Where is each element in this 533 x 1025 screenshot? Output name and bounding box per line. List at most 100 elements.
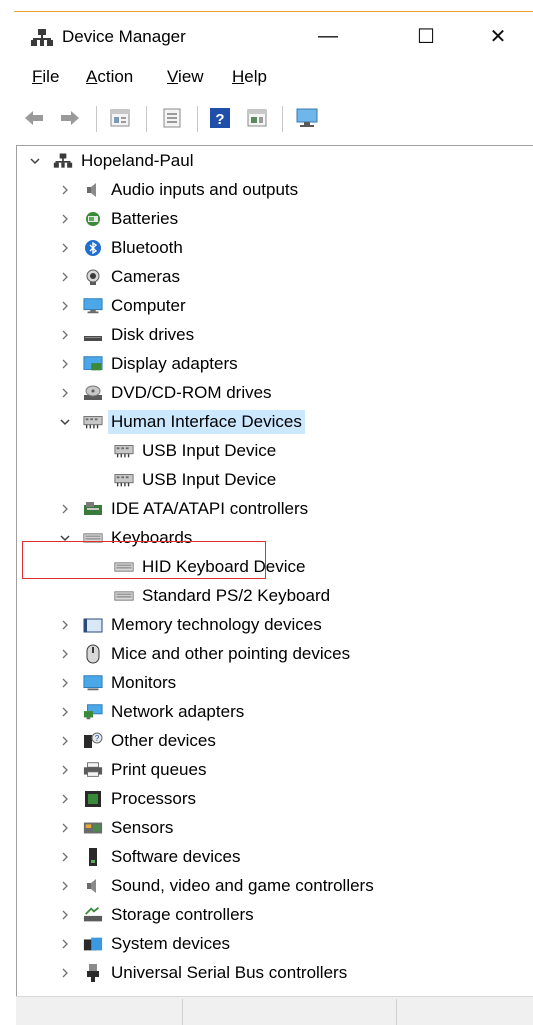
tree-category-item[interactable]: Print queues [59, 755, 209, 784]
tree-item-label: Bluetooth [111, 237, 183, 257]
tree-category-item[interactable]: Universal Serial Bus controllers [59, 958, 350, 987]
chevron-down-icon[interactable] [29, 155, 41, 167]
tree-category-item[interactable]: Memory technology devices [59, 610, 325, 639]
tree-category-item[interactable]: Keyboards [59, 523, 195, 552]
tree-device-item[interactable]: HID Keyboard Device [114, 552, 308, 581]
tree-category-item[interactable]: Bluetooth [59, 233, 186, 262]
chevron-right-icon[interactable] [59, 764, 71, 776]
keyboard-icon [114, 557, 134, 577]
chevron-right-icon[interactable] [59, 822, 71, 834]
chevron-right-icon[interactable] [59, 271, 71, 283]
device-manager-icon [30, 28, 54, 48]
tree-category-item[interactable]: ? Other devices [59, 726, 219, 755]
device-tree[interactable]: Hopeland-Paul Audio inputs and outputs Bat… [16, 145, 533, 996]
sensor-icon [83, 818, 103, 838]
software-device-icon [83, 847, 103, 867]
menu-view[interactable]: View [167, 66, 204, 88]
tree-item-label: Other devices [111, 730, 216, 750]
chevron-right-icon[interactable] [59, 329, 71, 341]
chevron-right-icon[interactable] [59, 851, 71, 863]
tree-root-node[interactable]: Hopeland-Paul [29, 146, 196, 175]
disk-drive-icon [83, 325, 103, 345]
tree-item-label: USB Input Device [142, 469, 277, 489]
chevron-right-icon[interactable] [59, 648, 71, 660]
close-button[interactable]: ✕ [475, 18, 521, 54]
tree-category-item[interactable]: Monitors [59, 668, 179, 697]
tree-item-label: Cameras [111, 266, 180, 286]
chevron-right-icon[interactable] [59, 967, 71, 979]
tree-category-item[interactable]: Sensors [59, 813, 176, 842]
toolbar-separator [146, 106, 147, 132]
menu-help[interactable]: Help [232, 66, 267, 88]
chevron-right-icon[interactable] [59, 793, 71, 805]
chevron-right-icon[interactable] [59, 677, 71, 689]
chevron-right-icon[interactable] [59, 300, 71, 312]
chevron-right-icon[interactable] [59, 706, 71, 718]
tree-item-label: HID Keyboard Device [142, 556, 306, 576]
tree-category-item[interactable]: Disk drives [59, 320, 197, 349]
tree-category-item[interactable]: Software devices [59, 842, 243, 871]
action-pane-icon[interactable] [245, 106, 269, 130]
computer-icon [83, 296, 103, 316]
properties-icon[interactable] [108, 106, 132, 130]
chevron-right-icon[interactable] [59, 387, 71, 399]
tree-item-label: Display adapters [111, 353, 238, 373]
tree-category-item[interactable]: Sound, video and game controllers [59, 871, 377, 900]
tree-category-item[interactable]: DVD/CD-ROM drives [59, 378, 275, 407]
tree-item-label: Sound, video and game controllers [111, 875, 374, 895]
tree-category-item[interactable]: Network adapters [59, 697, 247, 726]
maximize-button[interactable]: ☐ [403, 18, 449, 54]
tree-category-item[interactable]: Mice and other pointing devices [59, 639, 353, 668]
update-driver-icon[interactable] [160, 106, 184, 130]
help-icon[interactable]: ? [208, 106, 232, 130]
chevron-right-icon[interactable] [59, 909, 71, 921]
chevron-right-icon[interactable] [59, 619, 71, 631]
tree-category-item[interactable]: Cameras [59, 262, 183, 291]
chevron-right-icon[interactable] [59, 242, 71, 254]
chevron-right-icon[interactable] [59, 358, 71, 370]
chevron-down-icon[interactable] [59, 416, 71, 428]
tree-item-label: Hopeland-Paul [81, 150, 194, 170]
title-bar[interactable]: Device Manager — ☐ ✕ [0, 12, 533, 60]
hid-icon [114, 441, 134, 461]
tree-category-item[interactable]: Audio inputs and outputs [59, 175, 301, 204]
chevron-right-icon[interactable] [59, 938, 71, 950]
menu-file[interactable]: File [32, 66, 59, 88]
bluetooth-icon [83, 238, 103, 258]
tree-item-label: Processors [111, 788, 197, 808]
processor-icon [83, 789, 103, 809]
chevron-down-icon[interactable] [59, 532, 71, 544]
tree-category-item[interactable]: IDE ATA/ATAPI controllers [59, 494, 311, 523]
tree-item-label: Universal Serial Bus controllers [111, 962, 348, 982]
forward-icon[interactable] [58, 106, 82, 130]
tree-category-item[interactable]: Storage controllers [59, 900, 257, 929]
tree-category-item[interactable]: Processors [59, 784, 199, 813]
tree-device-item[interactable]: USB Input Device [114, 465, 279, 494]
tree-item-label: Batteries [111, 208, 179, 228]
window-title: Device Manager [62, 27, 186, 46]
tree-category-item[interactable]: System devices [59, 929, 233, 958]
mouse-icon [83, 644, 103, 664]
chevron-right-icon[interactable] [59, 503, 71, 515]
tree-category-item[interactable]: Display adapters [59, 349, 241, 378]
chevron-right-icon[interactable] [59, 184, 71, 196]
usb-icon [83, 963, 103, 983]
chevron-right-icon[interactable] [59, 735, 71, 747]
tree-category-item[interactable]: Batteries [59, 204, 181, 233]
keyboard-icon [83, 528, 103, 548]
chevron-right-icon[interactable] [59, 880, 71, 892]
device-manager-window: Device Manager — ☐ ✕ File Action View He… [0, 0, 533, 1025]
chevron-right-icon[interactable] [59, 213, 71, 225]
minimize-button[interactable]: — [305, 18, 351, 54]
tree-device-item[interactable]: Standard PS/2 Keyboard [114, 581, 333, 610]
back-icon[interactable] [22, 106, 46, 130]
system-folder-icon [83, 934, 103, 954]
menu-action[interactable]: Action [86, 66, 133, 88]
status-separator [182, 999, 183, 1025]
monitor-icon[interactable] [295, 106, 319, 130]
tree-category-item[interactable]: Human Interface Devices [59, 407, 305, 436]
tree-category-item[interactable]: Computer [59, 291, 189, 320]
tree-device-item[interactable]: USB Input Device [114, 436, 279, 465]
toolbar-separator [96, 106, 97, 132]
svg-text:?: ? [95, 734, 100, 743]
